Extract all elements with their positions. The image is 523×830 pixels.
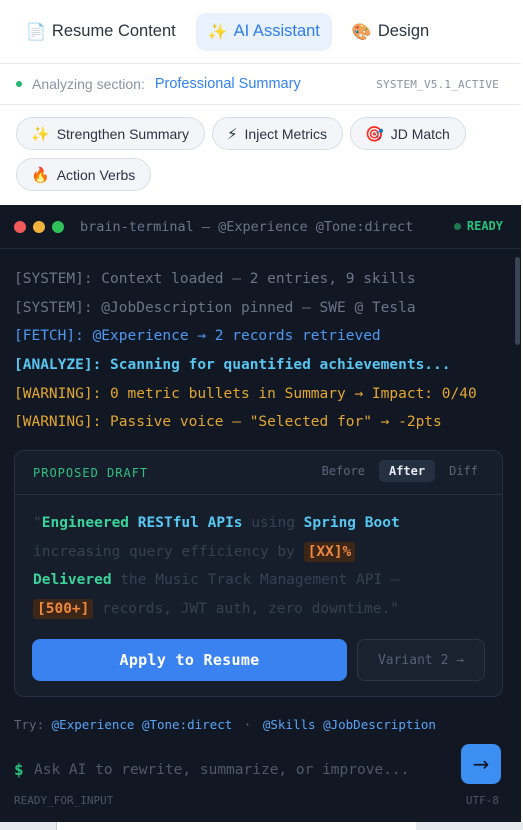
log-line-warning: [WARNING]: Passive voice — "Selected for… [14, 414, 442, 431]
bottom-window-strip [0, 822, 523, 830]
log-line-system: [SYSTEM]: Context loaded — 2 entries, 9 … [14, 271, 416, 287]
draft-line: increasing query efficiency by [XX]% [33, 538, 493, 567]
suggestion-tags[interactable]: @Skills @JobDescription [263, 717, 436, 732]
quote-mark: " [33, 515, 42, 531]
chip-label: Inject Metrics [244, 125, 327, 142]
draft-title: PROPOSED DRAFT [33, 465, 149, 480]
draft-text-run: records, JWT auth, zero downtime." [93, 600, 399, 617]
prompt-input-row: $ → [14, 744, 509, 790]
chip-jd-match[interactable]: 🎯 JD Match [350, 117, 466, 150]
draft-line: "Engineered RESTful APIs using Spring Bo… [33, 509, 493, 538]
top-tab-bar: 📄 Resume Content ✨ AI Assistant 🎨 Design [0, 0, 521, 64]
apply-to-resume-button[interactable]: Apply to Resume [32, 639, 347, 681]
minimize-window-dot[interactable] [33, 220, 45, 233]
highlight-keyword: RESTful APIs [137, 515, 243, 531]
document-icon: 📄 [26, 22, 46, 41]
input-status: READY_FOR_INPUT [14, 794, 114, 807]
try-suggestions: Try: @Experience @Tone:direct · @Skills … [14, 717, 436, 732]
suggestion-tags[interactable]: @Experience @Tone:direct [52, 717, 233, 732]
status-dot [16, 81, 22, 87]
encoding-label: UTF-8 [465, 794, 499, 807]
ready-status: READY [453, 219, 503, 233]
arrow-right-icon: → [472, 752, 490, 776]
metric-placeholder[interactable]: [500+] [33, 598, 94, 619]
analyzing-bar: Analyzing section: Professional Summary … [0, 64, 521, 105]
tab-resume-content[interactable]: 📄 Resume Content [14, 13, 188, 51]
terminal-title: brain-terminal — @Experience @Tone:direc… [80, 218, 414, 235]
chip-inject-metrics[interactable]: ⚡ Inject Metrics [211, 117, 343, 150]
terminal-footer: READY_FOR_INPUT UTF-8 [14, 794, 499, 807]
draft-line: [500+] records, JWT auth, zero downtime.… [33, 595, 493, 624]
palette-icon: 🎨 [351, 22, 372, 41]
highlight-verb: Delivered [33, 572, 112, 589]
draft-text-run: increasing query efficiency by [33, 543, 304, 560]
ask-ai-input[interactable] [34, 755, 454, 785]
try-label: Try: [14, 717, 45, 732]
ready-dot-icon [453, 222, 461, 230]
quick-action-chips: ✨ Strengthen Summary ⚡ Inject Metrics 🎯 … [16, 117, 506, 191]
proposed-draft-card: PROPOSED DRAFT Before After Diff "Engine… [14, 450, 503, 697]
tab-label: AI Assistant [233, 22, 320, 40]
analyzing-section-link[interactable]: Professional Summary [155, 76, 301, 92]
lightning-icon: ⚡ [226, 124, 238, 143]
separator: · [243, 717, 252, 732]
draft-text: "Engineered RESTful APIs using Spring Bo… [33, 509, 493, 623]
chip-strengthen-summary[interactable]: ✨ Strengthen Summary [16, 117, 205, 150]
highlight-verb: Engineered [41, 515, 130, 531]
draft-header: PROPOSED DRAFT Before After Diff [15, 451, 502, 495]
terminal-header: brain-terminal — @Experience @Tone:direc… [0, 205, 521, 249]
log-line-warning: [WARNING]: 0 metric bullets in Summary →… [14, 385, 477, 402]
system-version-tag: SYSTEM_V5.1_ACTIVE [376, 77, 499, 91]
send-button[interactable]: → [461, 744, 501, 784]
next-variant-button[interactable]: Variant 2 → [357, 639, 485, 681]
draft-text-run: using [242, 515, 304, 531]
fire-icon: 🔥 [31, 165, 50, 184]
chip-label: Strengthen Summary [56, 125, 189, 142]
ready-label: READY [466, 219, 503, 233]
terminal-log: [SYSTEM]: Context loaded — 2 entries, 9 … [14, 265, 477, 437]
brain-terminal: brain-terminal — @Experience @Tone:direc… [0, 205, 521, 830]
terminal-scrollbar[interactable] [515, 257, 520, 345]
log-line-analyze: [ANALYZE]: Scanning for quantified achie… [14, 357, 451, 374]
underlying-window-edge [56, 822, 416, 830]
metric-placeholder[interactable]: [XX]% [303, 541, 356, 562]
tab-ai-assistant[interactable]: ✨ AI Assistant [195, 12, 332, 51]
chip-action-verbs[interactable]: 🔥 Action Verbs [16, 158, 152, 191]
close-window-dot[interactable] [14, 220, 26, 233]
tab-design[interactable]: 🎨 Design [340, 13, 441, 51]
view-after-button[interactable]: After [378, 460, 436, 482]
analyzing-label: Analyzing section: [32, 76, 145, 92]
target-icon: 🎯 [365, 124, 384, 143]
tab-label: Resume Content [51, 22, 176, 40]
shell-prompt-icon: $ [14, 760, 24, 779]
draft-text-run: the Music Track Management API — [111, 572, 400, 589]
draft-line: Delivered the Music Track Management API… [33, 566, 493, 595]
sparkles-icon: ✨ [207, 22, 228, 41]
highlight-keyword: Spring Boot [303, 515, 400, 531]
tab-label: Design [377, 22, 430, 40]
maximize-window-dot[interactable] [52, 220, 64, 233]
view-toggle: Before After Diff [312, 460, 488, 482]
log-line-system: [SYSTEM]: @JobDescription pinned — SWE @… [14, 299, 416, 316]
chip-label: Action Verbs [56, 166, 136, 183]
sparkles-icon: ✨ [31, 124, 50, 143]
view-before-button[interactable]: Before [312, 460, 375, 482]
view-diff-button[interactable]: Diff [439, 460, 488, 482]
log-line-fetch: [FETCH]: @Experience → 2 records retriev… [14, 328, 381, 345]
chip-label: JD Match [390, 125, 450, 142]
